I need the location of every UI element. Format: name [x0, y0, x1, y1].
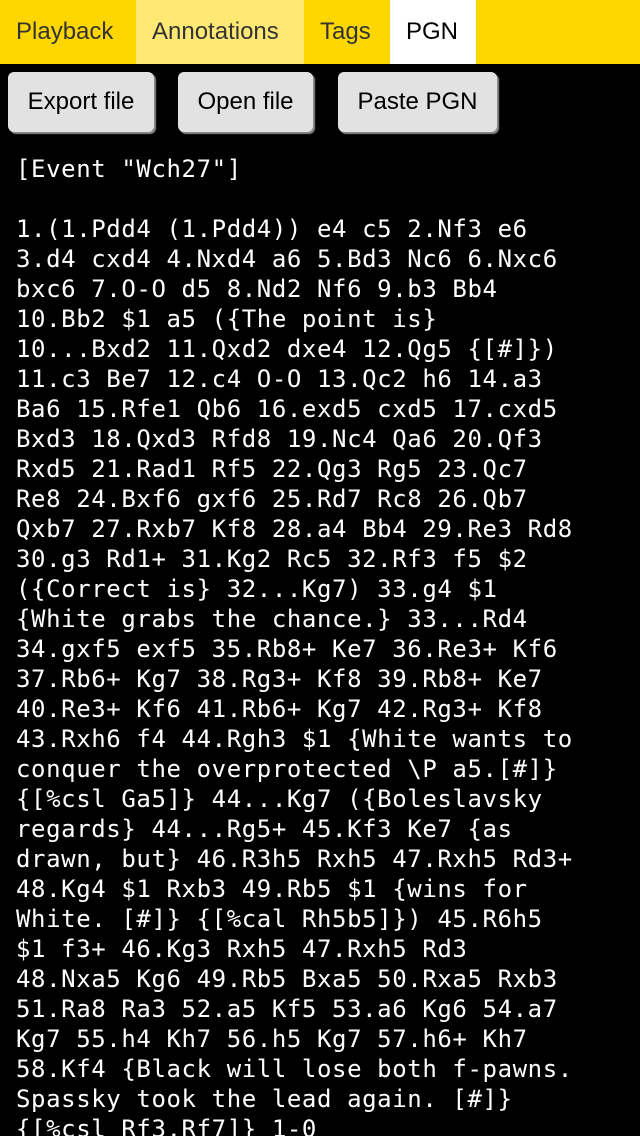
pgn-line: Ba6 15.Rfe1 Qb6 16.exd5 cxd5 17.cxd5: [16, 395, 558, 423]
tab-playback[interactable]: Playback: [0, 0, 136, 64]
pgn-line: Bxd3 18.Qxd3 Rfd8 19.Nc4 Qa6 20.Qf3: [16, 425, 543, 453]
pgn-line: regards} 44...Rg5+ 45.Kf3 Ke7 {as: [16, 815, 513, 843]
pgn-line: 48.Kg4 $1 Rxb3 49.Rb5 $1 {wins for: [16, 875, 528, 903]
pgn-line: 10.Bb2 $1 a5 ({The point is}: [16, 305, 438, 333]
pgn-line: 43.Rxh6 f4 44.Rgh3 $1 {White wants to: [16, 725, 573, 753]
pgn-line: 58.Kf4 {Black will lose both f-pawns.: [16, 1055, 573, 1083]
pgn-line: 40.Re3+ Kf6 41.Rb6+ Kg7 42.Rg3+ Kf8: [16, 695, 543, 723]
pgn-line: [Event "Wch27"]: [16, 155, 242, 183]
pgn-line: Kg7 55.h4 Kh7 56.h5 Kg7 57.h6+ Kh7: [16, 1025, 528, 1053]
pgn-line: drawn, but} 46.R3h5 Rxh5 47.Rxh5 Rd3+: [16, 845, 573, 873]
pgn-line: ({Correct is} 32...Kg7) 33.g4 $1: [16, 575, 498, 603]
export-file-button[interactable]: Export file: [8, 72, 154, 132]
pgn-line: 30.g3 Rd1+ 31.Kg2 Rc5 32.Rf3 f5 $2: [16, 545, 528, 573]
pgn-text-area[interactable]: [Event "Wch27"] 1.(1.Pdd4 (1.Pdd4)) e4 c5…: [16, 154, 626, 1136]
tab-bar: Playback Annotations Tags PGN: [0, 0, 640, 64]
pgn-line: Qxb7 27.Rxb7 Kf8 28.a4 Bb4 29.Re3 Rd8: [16, 515, 573, 543]
pgn-line: 48.Nxa5 Kg6 49.Rb5 Bxa5 50.Rxa5 Rxb3: [16, 965, 558, 993]
tab-pgn[interactable]: PGN: [390, 0, 476, 64]
paste-pgn-button[interactable]: Paste PGN: [338, 72, 497, 132]
pgn-line: 11.c3 Be7 12.c4 O-O 13.Qc2 h6 14.a3: [16, 365, 543, 393]
pgn-line: {[%csl Rf3,Rf7]} 1-0: [16, 1115, 317, 1136]
pgn-line: {White grabs the chance.} 33...Rd4: [16, 605, 528, 633]
pgn-line: 1.(1.Pdd4 (1.Pdd4)) e4 c5 2.Nf3 e6: [16, 215, 528, 243]
pgn-line: [16, 184, 626, 214]
pgn-line: White. [#]} {[%cal Rh5b5]}) 45.R6h5: [16, 905, 543, 933]
pgn-line: bxc6 7.O-O d5 8.Nd2 Nf6 9.b3 Bb4: [16, 275, 498, 303]
pgn-line: 34.gxf5 exf5 35.Rb8+ Ke7 36.Re3+ Kf6: [16, 635, 558, 663]
tab-tags[interactable]: Tags: [304, 0, 390, 64]
pgn-line: Re8 24.Bxf6 gxf6 25.Rd7 Rc8 26.Qb7: [16, 485, 528, 513]
tab-annotations[interactable]: Annotations: [136, 0, 304, 64]
pgn-line: 10...Bxd2 11.Qxd2 dxe4 12.Qg5 {[#]}): [16, 335, 558, 363]
pgn-line: conquer the overprotected \P a5.[#]}: [16, 755, 558, 783]
pgn-line: $1 f3+ 46.Kg3 Rxh5 47.Rxh5 Rd3: [16, 935, 468, 963]
pgn-line: Spassky took the lead again. [#]}: [16, 1085, 513, 1113]
pgn-line: 51.Ra8 Ra3 52.a5 Kf5 53.a6 Kg6 54.a7: [16, 995, 558, 1023]
pgn-line: {[%csl Ga5]} 44...Kg7 ({Boleslavsky: [16, 785, 543, 813]
pgn-line: Rxd5 21.Rad1 Rf5 22.Qg3 Rg5 23.Qc7: [16, 455, 528, 483]
open-file-button[interactable]: Open file: [178, 72, 313, 132]
pgn-line: 3.d4 cxd4 4.Nxd4 a6 5.Bd3 Nc6 6.Nxc6: [16, 245, 558, 273]
pgn-line: 37.Rb6+ Kg7 38.Rg3+ Kf8 39.Rb8+ Ke7: [16, 665, 543, 693]
